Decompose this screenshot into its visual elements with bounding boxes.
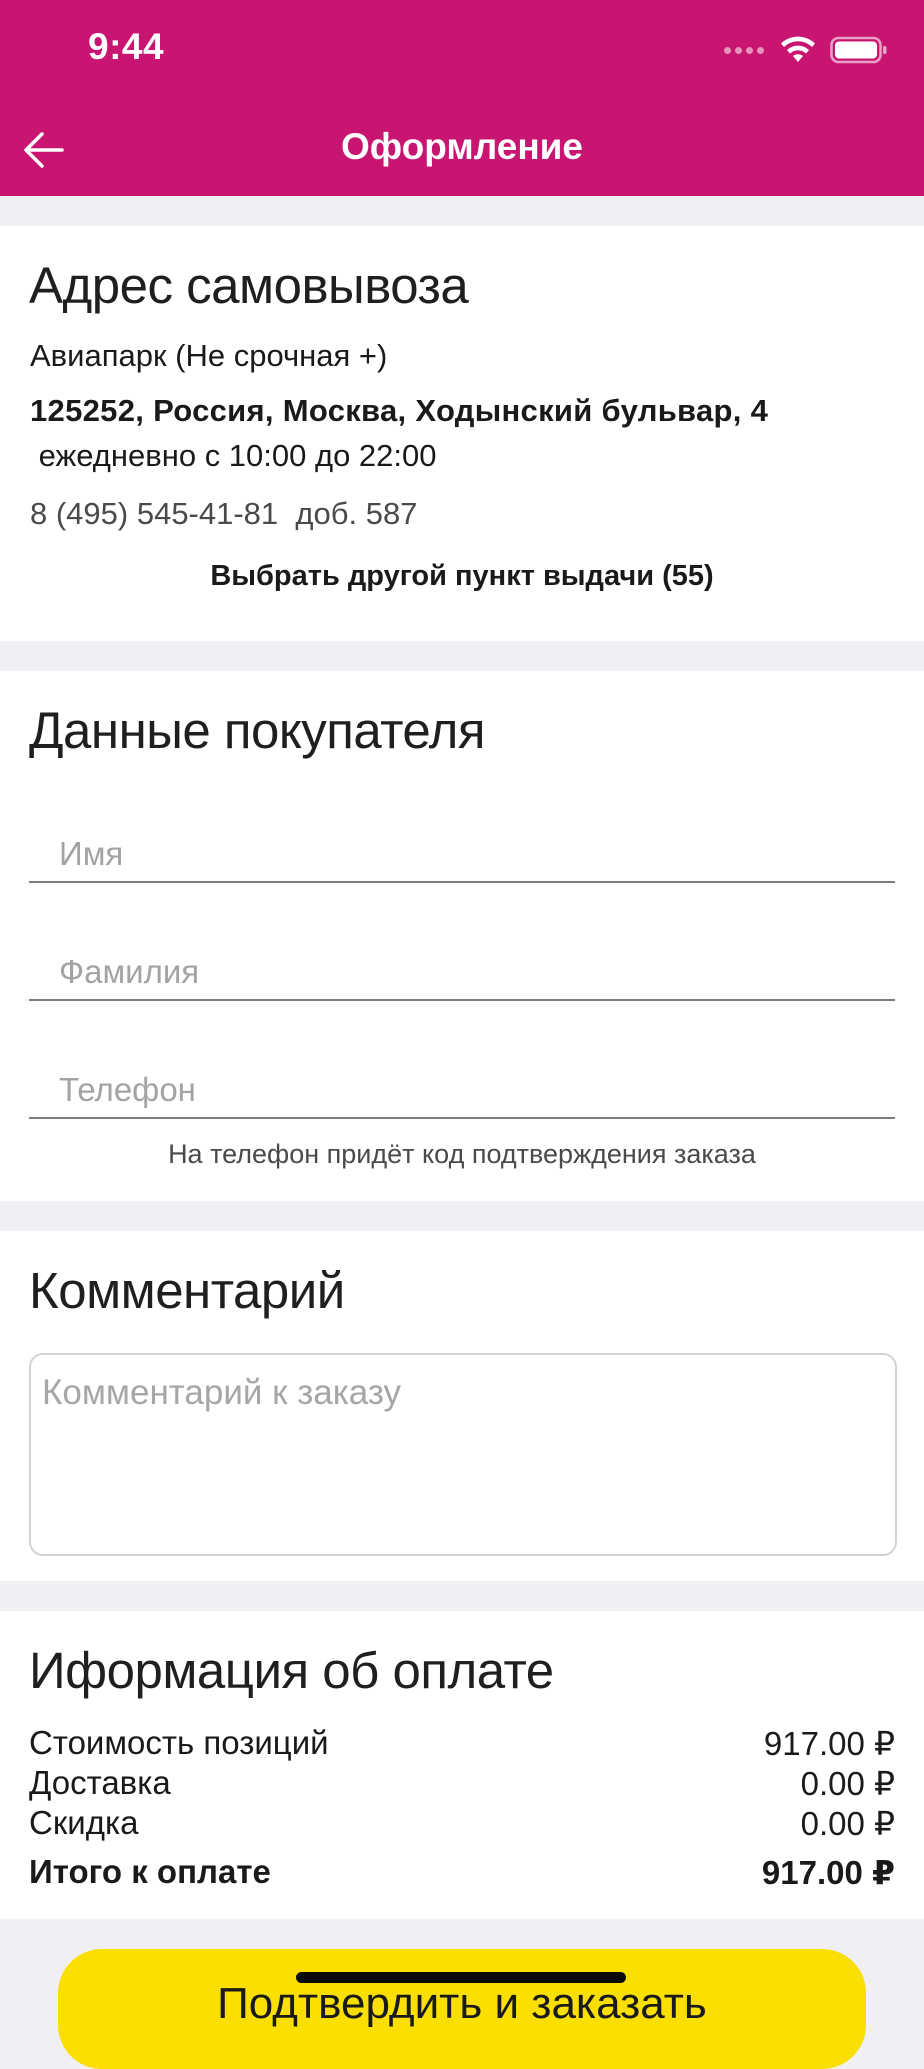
page-title: Оформление xyxy=(340,126,584,167)
phone-field[interactable]: Телефон xyxy=(29,1057,895,1119)
payment-info-card: Иформация об оплате Стоимость позиций 91… xyxy=(0,1611,924,1919)
status-icons xyxy=(724,34,888,66)
payment-row-delivery: Доставка 0.00 ₽ xyxy=(29,1763,895,1803)
pickup-section-title: Адрес самовывоза xyxy=(29,257,469,314)
last-name-placeholder: Фамилия xyxy=(59,953,200,990)
change-pickup-point-link[interactable]: Выбрать другой пункт выдачи (55) xyxy=(0,560,924,593)
payment-section-title: Иформация об оплате xyxy=(29,1642,554,1699)
payment-total-value: 917.00 ₽ xyxy=(761,1853,895,1891)
comment-section-title: Комментарий xyxy=(29,1262,345,1319)
phone-placeholder: Телефон xyxy=(59,1071,196,1108)
pickup-address-card: Адрес самовывоза Авиапарк (Не срочная +)… xyxy=(0,226,924,641)
payment-row-items: Стоимость позиций 917.00 ₽ xyxy=(29,1723,895,1763)
payment-row-value: 917.00 ₽ xyxy=(763,1724,895,1762)
payment-row-label: Скидка xyxy=(29,1804,139,1841)
phone-hint: На телефон придёт код подтверждения зака… xyxy=(168,1139,756,1169)
payment-row-total: Итого к оплате 917.00 ₽ xyxy=(29,1852,895,1892)
payment-row-label: Стоимость позиций xyxy=(29,1724,329,1761)
last-name-field[interactable]: Фамилия xyxy=(29,939,895,1001)
comment-textarea[interactable]: Комментарий к заказу xyxy=(29,1353,897,1556)
payment-row-value: 0.00 ₽ xyxy=(800,1804,895,1842)
wifi-icon xyxy=(781,36,815,62)
buyer-details-card: Данные покупателя Имя Фамилия Телефон На… xyxy=(0,671,924,1201)
app-header: 9:44 Оформление xyxy=(0,0,924,196)
comment-card: Комментарий Комментарий к заказу xyxy=(0,1231,924,1581)
pickup-store-name: Авиапарк (Не срочная +) xyxy=(30,338,388,373)
cellular-signal-icon xyxy=(724,46,764,54)
home-indicator[interactable] xyxy=(296,1972,626,1983)
pickup-phone[interactable]: 8 (495) 545-41-81 доб. 587 xyxy=(30,496,417,532)
confirm-order-button[interactable]: Подтвердить и заказать xyxy=(58,1949,866,2069)
buyer-section-title: Данные покупателя xyxy=(29,702,485,759)
battery-icon xyxy=(830,36,887,64)
payment-row-discount: Скидка 0.00 ₽ xyxy=(29,1803,895,1843)
status-time: 9:44 xyxy=(88,26,165,67)
payment-row-label: Доставка xyxy=(29,1764,171,1801)
payment-row-value: 0.00 ₽ xyxy=(800,1764,895,1802)
payment-total-label: Итого к оплате xyxy=(29,1853,271,1890)
first-name-placeholder: Имя xyxy=(59,835,124,872)
comment-placeholder: Комментарий к заказу xyxy=(42,1373,402,1412)
pickup-hours: ежедневно с 10:00 до 22:00 xyxy=(30,438,437,473)
confirm-order-label: Подтвердить и заказать xyxy=(217,1979,707,2028)
pickup-address: 125252, Россия, Москва, Ходынский бульва… xyxy=(30,393,769,428)
first-name-field[interactable]: Имя xyxy=(29,821,895,883)
